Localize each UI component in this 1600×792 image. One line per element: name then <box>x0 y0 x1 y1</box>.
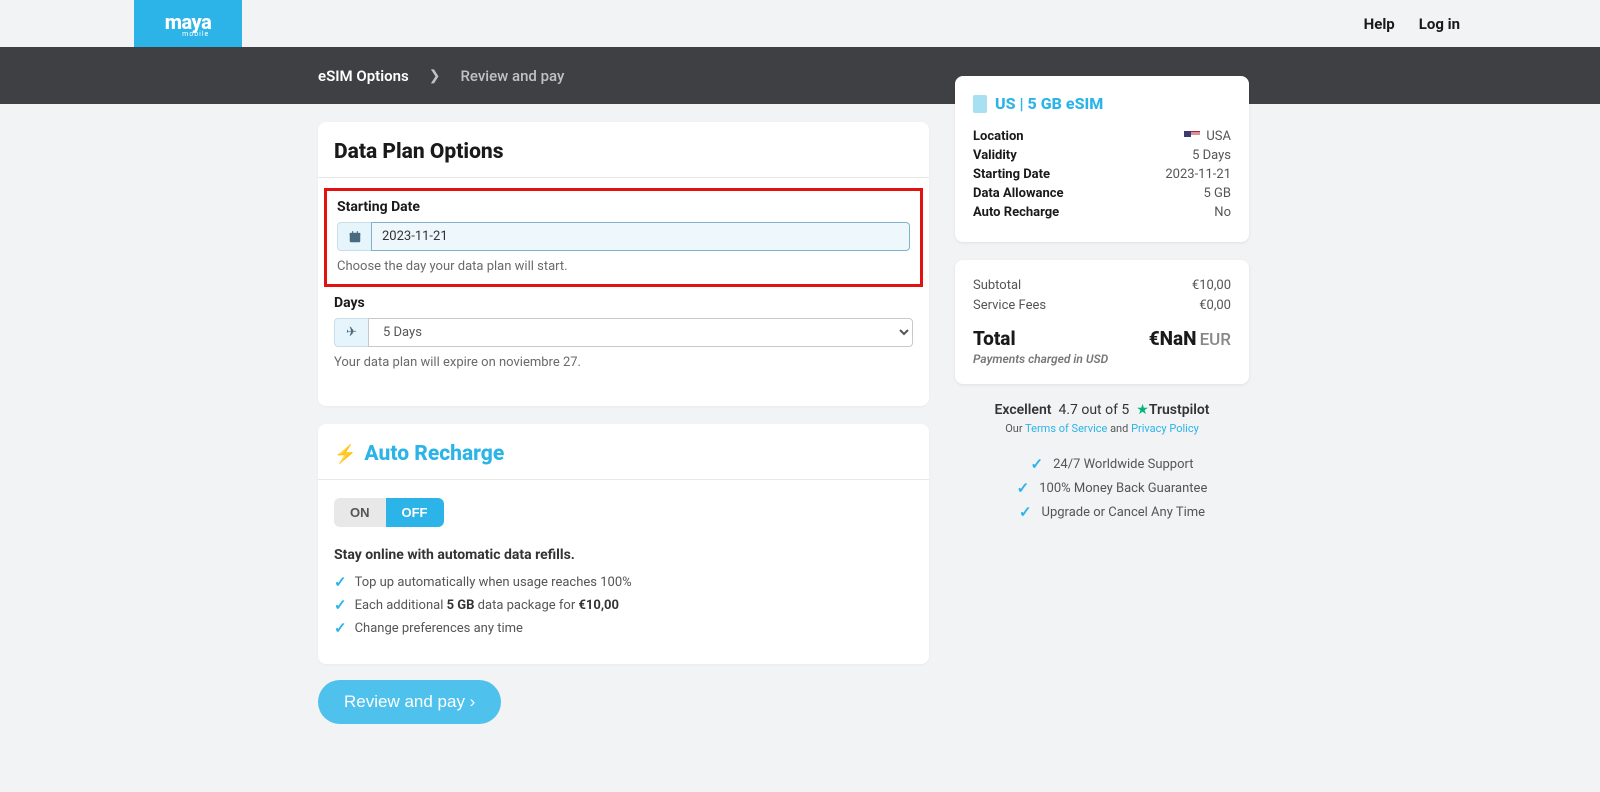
benefit-list: ✓24/7 Worldwide Support ✓100% Money Back… <box>955 455 1249 521</box>
price-row-subtotal: Subtotal€10,00 <box>973 278 1231 293</box>
summary-title: US | 5 GB eSIM <box>973 94 1231 113</box>
check-icon: ✓ <box>334 619 347 637</box>
highlight-annotation: Starting Date Choose the day your data p… <box>324 188 923 287</box>
benefit-item: ✓100% Money Back Guarantee <box>975 479 1249 497</box>
trustpilot-row: Excellent 4.7 out of 5 ★Trustpilot <box>955 402 1249 418</box>
feature-list: ✓Top up automatically when usage reaches… <box>334 573 913 637</box>
price-row-fees: Service Fees€0,00 <box>973 298 1231 313</box>
starting-date-helper: Choose the day your data plan will start… <box>337 259 910 274</box>
auto-recharge-title: ⚡ Auto Recharge <box>334 442 913 466</box>
check-icon: ✓ <box>1017 479 1030 497</box>
breadcrumb-step-1[interactable]: eSIM Options <box>318 67 409 85</box>
days-label: Days <box>334 295 913 311</box>
privacy-link[interactable]: Privacy Policy <box>1131 422 1199 435</box>
check-icon: ✓ <box>1031 455 1044 473</box>
summary-row-location: LocationUSA <box>973 129 1231 144</box>
top-bar: maya mobile Help Log in <box>0 0 1600 47</box>
starting-date-label: Starting Date <box>337 199 910 215</box>
feature-item: ✓Top up automatically when usage reaches… <box>334 573 913 591</box>
days-helper: Your data plan will expire on noviembre … <box>334 355 913 370</box>
top-links: Help Log in <box>1364 15 1560 33</box>
refill-title: Stay online with automatic data refills. <box>334 547 913 563</box>
help-link[interactable]: Help <box>1364 15 1395 33</box>
benefit-item: ✓Upgrade or Cancel Any Time <box>975 503 1249 521</box>
legal-text: Our Terms of Service and Privacy Policy <box>955 422 1249 435</box>
starting-date-input[interactable] <box>371 222 910 251</box>
calendar-icon <box>337 222 371 251</box>
data-plan-title: Data Plan Options <box>334 140 913 164</box>
tos-link[interactable]: Terms of Service <box>1025 422 1107 435</box>
check-icon: ✓ <box>334 596 347 614</box>
order-summary-card: US | 5 GB eSIM LocationUSA Validity5 Day… <box>955 76 1249 242</box>
breadcrumb: eSIM Options ❯ Review and pay <box>0 47 1600 104</box>
check-icon: ✓ <box>1019 503 1032 521</box>
chevron-right-icon: ❯ <box>429 68 441 84</box>
plane-icon: ✈ <box>334 318 368 347</box>
summary-row-data-allowance: Data Allowance5 GB <box>973 186 1231 201</box>
logo[interactable]: maya mobile <box>134 0 242 47</box>
toggle-on-button[interactable]: ON <box>334 498 386 527</box>
benefit-item: ✓24/7 Worldwide Support <box>975 455 1249 473</box>
feature-item: ✓Change preferences any time <box>334 619 913 637</box>
auto-recharge-card: ⚡ Auto Recharge ON OFF Stay online with … <box>318 424 929 664</box>
auto-recharge-toggle: ON OFF <box>334 498 444 527</box>
login-link[interactable]: Log in <box>1419 15 1460 33</box>
price-row-total: Total Payments charged in USD €NaNEUR <box>973 327 1231 366</box>
check-icon: ✓ <box>334 573 347 591</box>
data-plan-card: Data Plan Options Starting Date Choose t… <box>318 122 929 406</box>
summary-row-starting-date: Starting Date2023-11-21 <box>973 167 1231 182</box>
days-select[interactable]: 5 Days <box>368 318 913 347</box>
sim-icon <box>973 95 987 113</box>
star-icon: ★ <box>1136 402 1149 418</box>
us-flag-icon <box>1184 131 1200 142</box>
summary-row-validity: Validity5 Days <box>973 148 1231 163</box>
bolt-icon: ⚡ <box>334 444 356 465</box>
summary-row-auto-recharge: Auto RechargeNo <box>973 205 1231 220</box>
pricing-card: Subtotal€10,00 Service Fees€0,00 Total P… <box>955 260 1249 384</box>
feature-item: ✓Each additional 5 GB data package for €… <box>334 596 913 614</box>
toggle-off-button[interactable]: OFF <box>386 498 444 527</box>
breadcrumb-step-2: Review and pay <box>460 67 564 85</box>
review-and-pay-button[interactable]: Review and pay › <box>318 680 501 724</box>
